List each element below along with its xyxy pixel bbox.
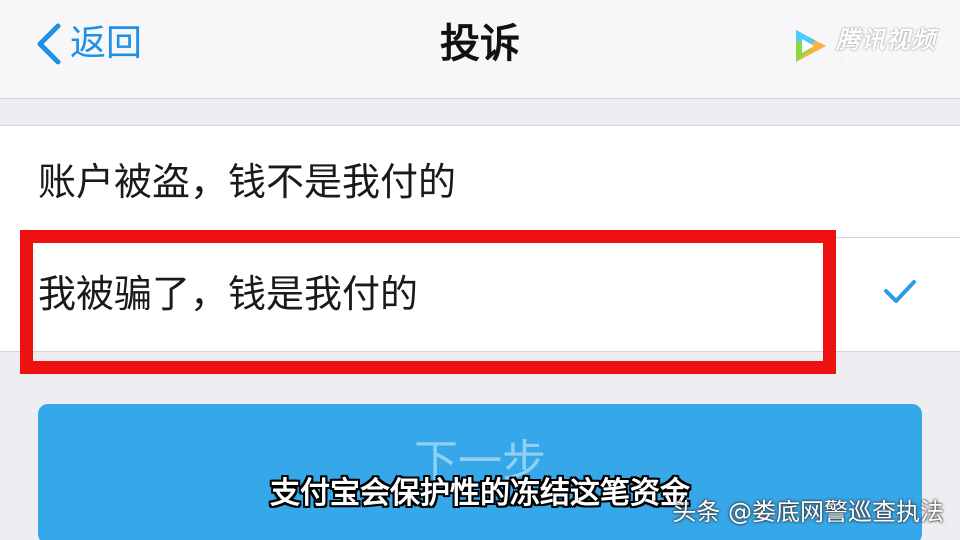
option-account-stolen[interactable]: 账户被盗，钱不是我付的: [0, 126, 960, 238]
logo-subtext: · · · · ·: [840, 55, 920, 65]
option-scammed[interactable]: 我被骗了，钱是我付的: [0, 238, 960, 350]
play-logo-icon: [796, 30, 826, 62]
video-watermark: 腾讯视频 · · · · ·: [790, 26, 936, 66]
section-gap: [0, 99, 960, 125]
option-label: 账户被盗，钱不是我付的: [38, 160, 457, 204]
checkmark-icon: [884, 280, 916, 303]
nav-bar: 返回 投诉 腾讯视频 · · · · ·: [0, 0, 960, 99]
option-label: 我被骗了，钱是我付的: [38, 272, 419, 316]
complaint-options-list: 账户被盗，钱不是我付的 我被骗了，钱是我付的: [0, 125, 960, 352]
logo-text: 腾讯视频: [836, 26, 936, 54]
screen: 返回 投诉 腾讯视频 · · · · · 账户被盗，钱不是我付的 我被骗了，钱是…: [0, 0, 960, 540]
source-watermark: 头条 @娄底网警巡查执法: [672, 498, 944, 526]
